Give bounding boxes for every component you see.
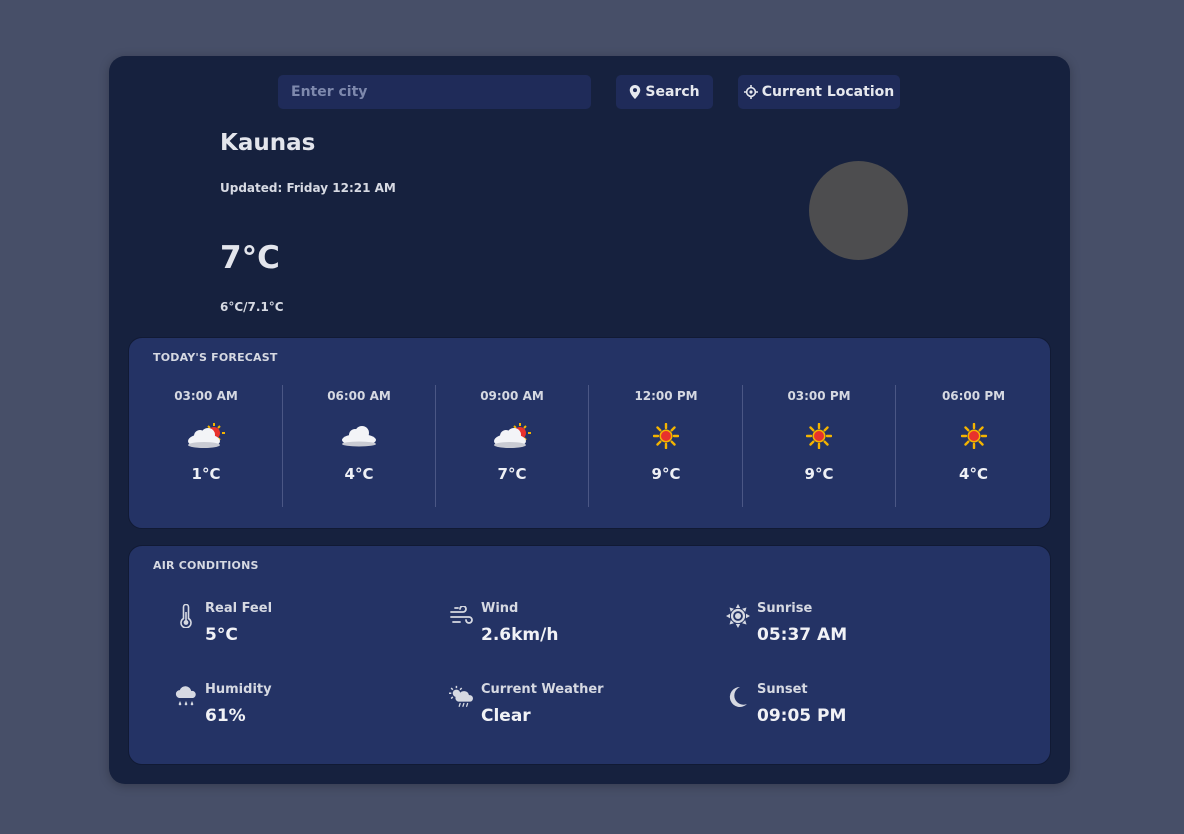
- humidity-item: Humidity 61%: [173, 682, 433, 728]
- city-search-input[interactable]: [278, 75, 591, 109]
- wind-value: 2.6km/h: [481, 625, 559, 645]
- forecast-temp: 1°C: [191, 465, 221, 483]
- sunset-label: Sunset: [757, 682, 808, 697]
- current-weather-item: Current Weather Clear: [449, 682, 709, 728]
- sunrise-value: 05:37 AM: [757, 625, 848, 645]
- air-conditions-title: AIR CONDITIONS: [153, 559, 259, 572]
- forecast-time: 09:00 AM: [480, 389, 544, 403]
- sunrise-item: Sunrise 05:37 AM: [725, 601, 985, 647]
- current-location-label: Current Location: [761, 84, 895, 100]
- real-feel-item: Real Feel 5°C: [173, 601, 433, 647]
- wind-label: Wind: [481, 601, 519, 616]
- forecast-temp: 4°C: [344, 465, 374, 483]
- moon-icon: [725, 684, 751, 710]
- sun-behind-cloud-icon: [492, 421, 532, 451]
- forecast-time: 12:00 PM: [634, 389, 698, 403]
- rain-cloud-icon: [173, 684, 199, 710]
- sun-icon: [646, 421, 686, 451]
- humidity-label: Humidity: [205, 682, 272, 697]
- real-feel-label: Real Feel: [205, 601, 273, 616]
- cloud-sun-rain-icon: [449, 684, 475, 710]
- wind-icon: [449, 603, 475, 629]
- forecast-temp: 4°C: [959, 465, 988, 483]
- current-temperature: 7°C: [220, 240, 280, 276]
- forecast-time: 03:00 AM: [174, 389, 238, 403]
- wind-item: Wind 2.6km/h: [449, 601, 709, 647]
- forecast-title: TODAY'S FORECAST: [153, 351, 278, 364]
- min-max-temperature: 6°C/7.1°C: [220, 300, 284, 314]
- forecast-temp: 9°C: [804, 465, 834, 483]
- crosshair-icon: [743, 85, 758, 99]
- sunrise-label: Sunrise: [757, 601, 813, 616]
- forecast-hour: 12:00 PM 9°C: [590, 385, 743, 507]
- forecast-hour: 03:00 AM 1°C: [130, 385, 283, 507]
- forecast-time: 06:00 PM: [941, 389, 1006, 403]
- sun-icon: [725, 603, 751, 629]
- forecast-hour: 03:00 PM 9°C: [743, 385, 896, 507]
- current-weather-label: Current Weather: [481, 682, 604, 697]
- forecast-hour: 06:00 PM 4°C: [897, 385, 1050, 507]
- sunset-value: 09:05 PM: [757, 706, 847, 726]
- current-weather-value: Clear: [481, 706, 531, 726]
- sun-behind-cloud-icon: [186, 421, 226, 451]
- search-button[interactable]: Search: [616, 75, 713, 109]
- thermometer-icon: [173, 603, 199, 629]
- forecast-time: 03:00 PM: [787, 389, 851, 403]
- air-conditions-panel: AIR CONDITIONS Real Feel 5°C Wind 2.6km/…: [128, 545, 1051, 765]
- humidity-value: 61%: [205, 706, 246, 726]
- updated-time: Updated: Friday 12:21 AM: [220, 181, 396, 195]
- sunset-item: Sunset 09:05 PM: [725, 682, 985, 728]
- sun-icon: [954, 421, 994, 451]
- city-name: Kaunas: [220, 130, 316, 156]
- forecast-hour: 06:00 AM 4°C: [283, 385, 436, 507]
- forecast-temp: 9°C: [651, 465, 681, 483]
- current-location-button[interactable]: Current Location: [738, 75, 900, 109]
- forecast-hour: 09:00 AM 7°C: [436, 385, 589, 507]
- search-button-label: Search: [645, 84, 700, 100]
- todays-forecast-panel: TODAY'S FORECAST 03:00 AM 1°C 06:00 AM 4…: [128, 337, 1051, 529]
- forecast-temp: 7°C: [497, 465, 527, 483]
- weather-image-placeholder: [809, 161, 908, 260]
- map-pin-icon: [630, 85, 641, 99]
- real-feel-value: 5°C: [205, 625, 238, 645]
- cloud-icon: [339, 421, 379, 451]
- forecast-time: 06:00 AM: [327, 389, 391, 403]
- sun-icon: [799, 421, 839, 451]
